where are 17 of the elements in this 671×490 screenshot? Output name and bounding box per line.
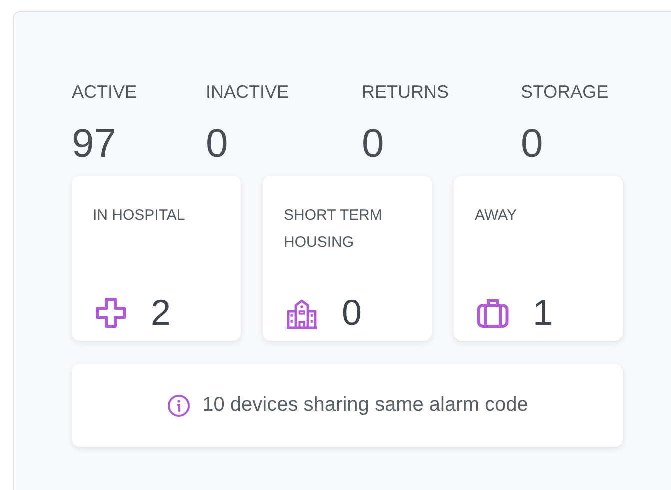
stat-value: 97 <box>72 121 118 168</box>
card-value: 0 <box>342 292 362 334</box>
card-label: AWAY <box>475 206 518 226</box>
stat-label: STORAGE <box>521 81 609 104</box>
stat-value: 0 <box>206 121 230 168</box>
card-value: 2 <box>151 292 172 334</box>
info-icon <box>166 394 191 418</box>
card-value: 1 <box>533 292 554 334</box>
card-label: SHORT TERM HOUSING <box>284 206 384 253</box>
stat-label: RETURNS <box>362 81 450 104</box>
stat-label: INACTIVE <box>206 81 290 104</box>
stat-value: 0 <box>362 121 386 168</box>
cross-icon <box>93 295 129 331</box>
notice-text: 10 devices sharing same alarm code <box>202 394 528 417</box>
stat-label: ACTIVE <box>72 81 138 104</box>
stat-value: 0 <box>521 121 544 168</box>
card-label: IN HOSPITAL <box>93 206 186 226</box>
